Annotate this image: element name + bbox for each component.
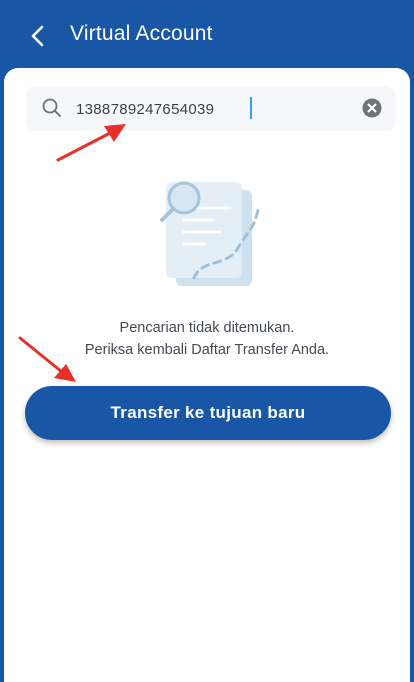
empty-state-message: Pencarian tidak ditemukan. Periksa kemba… [4, 317, 410, 361]
clear-search-button[interactable] [362, 98, 382, 118]
clear-icon [362, 98, 382, 118]
empty-state-line-2: Periksa kembali Daftar Transfer Anda. [84, 342, 330, 358]
app-header: Virtual Account [0, 0, 414, 68]
app-screen: Virtual Account 1388789247654039 Pencari… [0, 0, 414, 682]
search-bar [26, 86, 396, 131]
back-button[interactable] [22, 20, 54, 52]
chevron-left-icon [31, 25, 44, 47]
content-panel: Pencarian tidak ditemukan. Periksa kemba… [4, 68, 410, 682]
search-icon [42, 98, 61, 117]
document-search-illustration [160, 181, 260, 286]
text-caret [250, 97, 252, 119]
transfer-new-destination-button[interactable]: Transfer ke tujuan baru [25, 386, 391, 440]
page-title: Virtual Account [70, 22, 213, 45]
empty-state-line-1: Pencarian tidak ditemukan. [119, 320, 295, 336]
search-input[interactable] [76, 96, 346, 122]
